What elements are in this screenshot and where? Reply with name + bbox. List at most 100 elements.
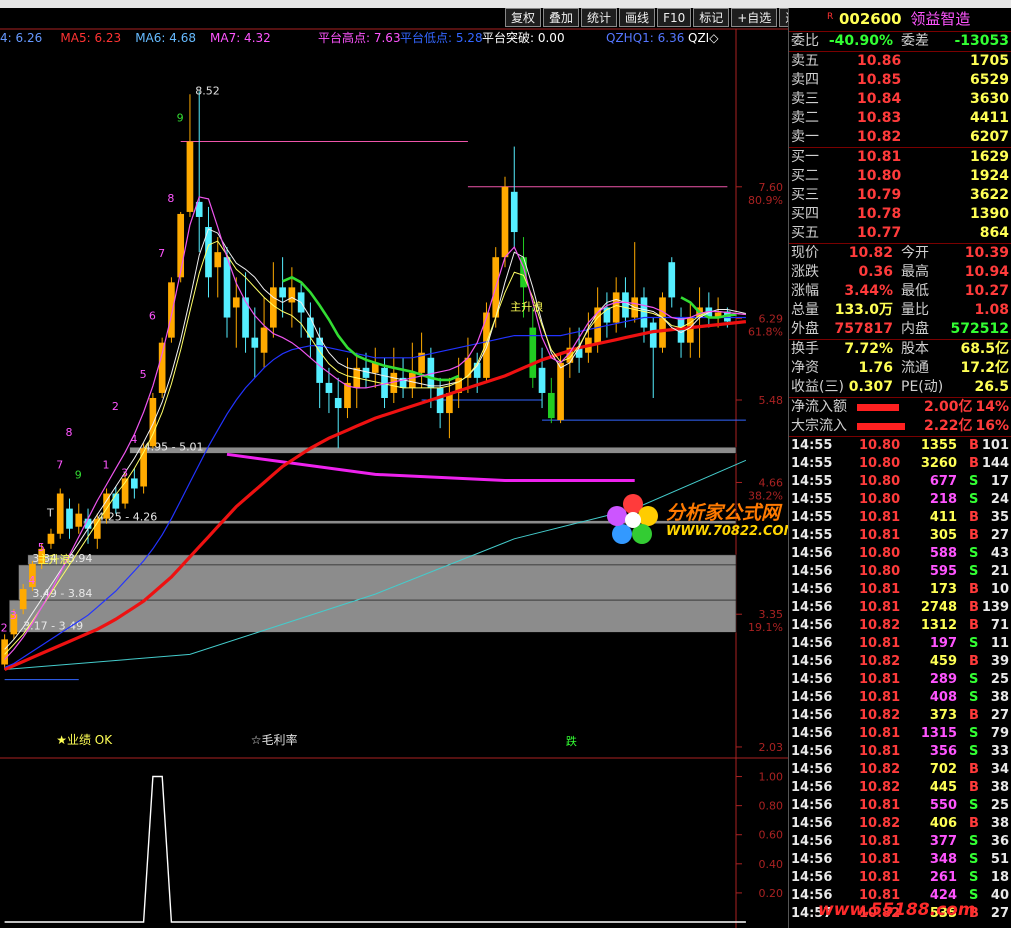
tick-side: S — [969, 690, 979, 705]
kline-chart[interactable]: 4.95 - 5.014.25 - 4.263.84 - 3.943.49 - … — [0, 0, 788, 928]
tick-row[interactable]: 14:56 10.81 550 S 25 — [789, 797, 1011, 815]
tick-row[interactable]: 14:56 10.81 408 S 38 — [789, 689, 1011, 707]
tick-row[interactable]: 14:55 10.81 305 B 27 — [789, 527, 1011, 545]
tick-row[interactable]: 14:55 10.80 677 S 17 — [789, 473, 1011, 491]
sub-tick-label-3: 0.40 — [759, 858, 784, 871]
tick-price: 10.82 — [859, 780, 901, 795]
tick-time: 14:55 — [791, 528, 833, 543]
footer-note-1: ☆毛利率 — [251, 732, 298, 747]
ask-row[interactable]: 卖一 10.82 6207 — [789, 128, 1011, 148]
tick-price: 10.81 — [859, 834, 901, 849]
chart-label-8: 1 — [103, 458, 110, 471]
tick-price: 10.81 — [859, 582, 901, 597]
ask-row[interactable]: 卖三 10.84 3630 — [789, 90, 1011, 109]
flow-row: 大宗流入 2.22亿 16% — [789, 417, 1011, 437]
tick-row[interactable]: 14:56 10.81 261 S 18 — [789, 869, 1011, 887]
candle-body-28 — [260, 327, 268, 353]
bid-row[interactable]: 买五 10.77 864 — [789, 224, 1011, 244]
ask-label: 卖四 — [791, 72, 819, 88]
tick-row[interactable]: 14:56 10.82 459 B 39 — [789, 653, 1011, 671]
tick-list[interactable]: 14:55 10.80 1355 B 101 14:55 10.80 3260 B 144 14:5… — [789, 437, 1011, 923]
tick-row[interactable]: 14:56 10.82 702 B 34 — [789, 761, 1011, 779]
tick-volume: 588 — [929, 546, 957, 561]
tick-time: 14:56 — [791, 744, 833, 759]
fundamental-label: PE(动) — [901, 379, 944, 395]
tick-price: 10.81 — [859, 744, 901, 759]
tick-side: B — [969, 510, 979, 525]
candle-body-70 — [649, 322, 657, 348]
tick-row[interactable]: 14:56 10.82 373 B 27 — [789, 707, 1011, 725]
tick-side: S — [969, 564, 979, 579]
candle-body-39 — [362, 367, 370, 378]
tick-row[interactable]: 14:56 10.82 445 B 38 — [789, 779, 1011, 797]
tick-price: 10.81 — [859, 672, 901, 687]
tick-count: 25 — [990, 672, 1009, 687]
stat-label: 今开 — [901, 245, 929, 261]
bid-label: 买三 — [791, 187, 819, 203]
tick-price: 10.81 — [859, 600, 901, 615]
bid-row[interactable]: 买三 10.79 3622 — [789, 186, 1011, 205]
tick-row[interactable]: 14:56 10.81 377 S 36 — [789, 833, 1011, 851]
tick-row[interactable]: 14:55 10.81 411 B 35 — [789, 509, 1011, 527]
weicha-label: 委差 — [901, 33, 929, 49]
tick-row[interactable]: 14:55 10.80 218 S 24 — [789, 491, 1011, 509]
ask-price: 10.85 — [857, 72, 902, 88]
candle-body-19 — [177, 213, 185, 278]
tick-side: B — [969, 456, 979, 471]
bid-row[interactable]: 买四 10.78 1390 — [789, 205, 1011, 224]
tick-count: 27 — [990, 708, 1009, 723]
tick-row[interactable]: 14:56 10.81 173 B 10 — [789, 581, 1011, 599]
candle-body-7 — [66, 508, 73, 529]
tick-side: S — [969, 834, 979, 849]
tick-time: 14:56 — [791, 852, 833, 867]
tick-volume: 356 — [929, 744, 957, 759]
tick-count: 33 — [990, 744, 1009, 759]
sub-tick-label-4: 0.20 — [759, 887, 784, 900]
tick-row[interactable]: 14:56 10.81 356 S 33 — [789, 743, 1011, 761]
r-mark: R — [827, 12, 834, 22]
ask-volume: 1705 — [970, 53, 1009, 69]
platform-legend-2: 平台突破: 0.00 — [482, 30, 565, 45]
tick-row[interactable]: 14:56 10.80 588 S 43 — [789, 545, 1011, 563]
flow-bar — [857, 423, 905, 430]
tick-row[interactable]: 14:56 10.81 289 S 25 — [789, 671, 1011, 689]
tick-row[interactable]: 14:56 10.81 348 S 51 — [789, 851, 1011, 869]
tick-volume: 173 — [929, 582, 957, 597]
tick-count: 18 — [990, 870, 1009, 885]
tick-row[interactable]: 14:56 10.82 406 B 38 — [789, 815, 1011, 833]
quote-panel: R 002600 领益智造 委比 -40.90% 委差 -13053 卖五 10.… — [788, 8, 1011, 928]
tick-volume: 261 — [929, 870, 957, 885]
chart-label-17: 2 — [1, 621, 8, 634]
tick-time: 14:55 — [791, 438, 833, 453]
tick-row[interactable]: 14:56 10.80 595 S 21 — [789, 563, 1011, 581]
chart-label-20: 跌 — [566, 734, 577, 748]
tick-count: 101 — [981, 438, 1009, 453]
ask-row[interactable]: 卖五 10.86 1705 — [789, 52, 1011, 71]
tick-row[interactable]: 14:56 10.81 2748 B 139 — [789, 599, 1011, 617]
ask-row[interactable]: 卖四 10.85 6529 — [789, 71, 1011, 90]
tick-price: 10.80 — [859, 564, 901, 579]
pct-tick-label-4: 19.1% — [748, 621, 783, 634]
candle-body-71 — [659, 297, 666, 348]
price-stats: 现价 10.82 今开 10.39 涨跌 0.36 最高 10.94 涨幅 3.44% 最低 10.2… — [789, 244, 1011, 340]
candle-body-58 — [538, 367, 546, 393]
tick-price: 10.81 — [859, 690, 901, 705]
bid-row[interactable]: 买二 10.80 1924 — [789, 167, 1011, 186]
bid-row[interactable]: 买一 10.81 1629 — [789, 148, 1011, 167]
tick-price: 10.80 — [859, 474, 901, 489]
tick-time: 14:56 — [791, 690, 833, 705]
tick-time: 14:56 — [791, 546, 833, 561]
stat-row: 外盘 757817 内盘 572512 — [789, 320, 1011, 340]
tick-row[interactable]: 14:56 10.81 197 S 11 — [789, 635, 1011, 653]
ask-row[interactable]: 卖二 10.83 4411 — [789, 109, 1011, 128]
tick-time: 14:55 — [791, 474, 833, 489]
tick-row[interactable]: 14:55 10.80 1355 B 101 — [789, 437, 1011, 455]
bid-price: 10.78 — [857, 206, 902, 222]
fundamental-value: 7.72% — [844, 341, 893, 357]
tick-row[interactable]: 14:56 10.81 1315 S 79 — [789, 725, 1011, 743]
tick-row[interactable]: 14:56 10.82 1312 B 71 — [789, 617, 1011, 635]
candle-body-35 — [325, 382, 333, 393]
tick-price: 10.80 — [859, 492, 901, 507]
stat-label: 最高 — [901, 264, 929, 280]
tick-row[interactable]: 14:55 10.80 3260 B 144 — [789, 455, 1011, 473]
